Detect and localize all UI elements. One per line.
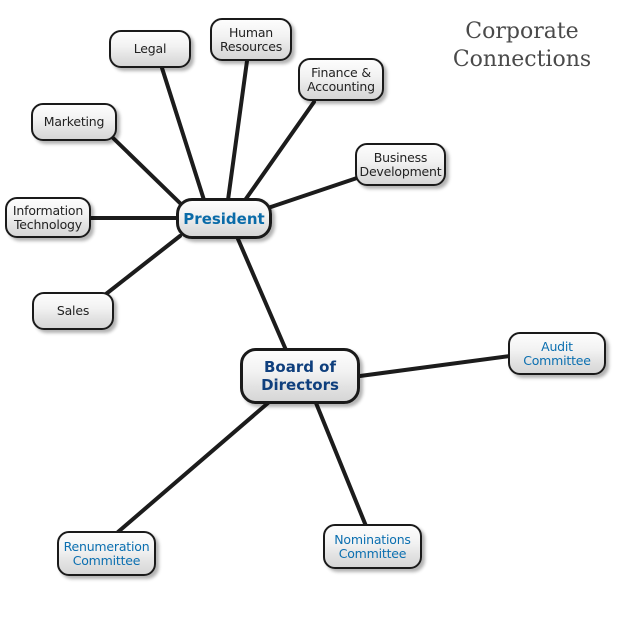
edge-board-to-audit xyxy=(358,354,512,378)
node-audit[interactable]: Audit Committee xyxy=(508,332,606,375)
node-label-president: President xyxy=(183,209,265,228)
edge-president-to-hr xyxy=(226,59,249,202)
node-label-legal: Legal xyxy=(133,41,167,56)
node-label-nominations: Nominations Committee xyxy=(334,531,411,561)
node-label-audit: Audit Committee xyxy=(523,338,591,368)
edge-president-to-board xyxy=(236,237,288,352)
edge-board-to-renumeration xyxy=(116,401,270,534)
node-label-it: Information Technology xyxy=(12,202,84,232)
node-label-finance: Finance & Accounting xyxy=(307,64,375,94)
edge-president-to-legal xyxy=(160,66,206,202)
edge-president-to-sales xyxy=(104,234,182,296)
node-label-renumeration: Renumeration Committee xyxy=(63,538,150,568)
node-label-hr: Human Resources xyxy=(219,24,283,54)
node-label-sales: Sales xyxy=(56,303,90,318)
node-legal[interactable]: Legal xyxy=(109,30,191,68)
node-renumeration[interactable]: Renumeration Committee xyxy=(57,531,156,576)
diagram-canvas: Corporate Connections President Board of … xyxy=(0,0,620,620)
node-label-marketing: Marketing xyxy=(43,114,105,129)
edge-board-to-nominations xyxy=(314,401,368,528)
node-marketing[interactable]: Marketing xyxy=(31,103,117,141)
page-title: Corporate Connections xyxy=(452,19,592,72)
node-finance[interactable]: Finance & Accounting xyxy=(298,58,384,101)
node-label-board: Board of Directors xyxy=(261,358,339,394)
node-label-bizdev: Business Development xyxy=(359,149,442,179)
node-board[interactable]: Board of Directors xyxy=(240,348,360,404)
node-bizdev[interactable]: Business Development xyxy=(355,143,446,186)
node-president[interactable]: President xyxy=(176,198,272,239)
edge-president-to-bizdev xyxy=(254,176,359,214)
node-nominations[interactable]: Nominations Committee xyxy=(323,524,422,569)
node-sales[interactable]: Sales xyxy=(32,292,114,330)
node-hr[interactable]: Human Resources xyxy=(210,18,292,61)
edge-president-to-finance xyxy=(241,100,316,205)
node-it[interactable]: Information Technology xyxy=(5,197,91,238)
edge-president-to-marketing xyxy=(108,133,186,209)
